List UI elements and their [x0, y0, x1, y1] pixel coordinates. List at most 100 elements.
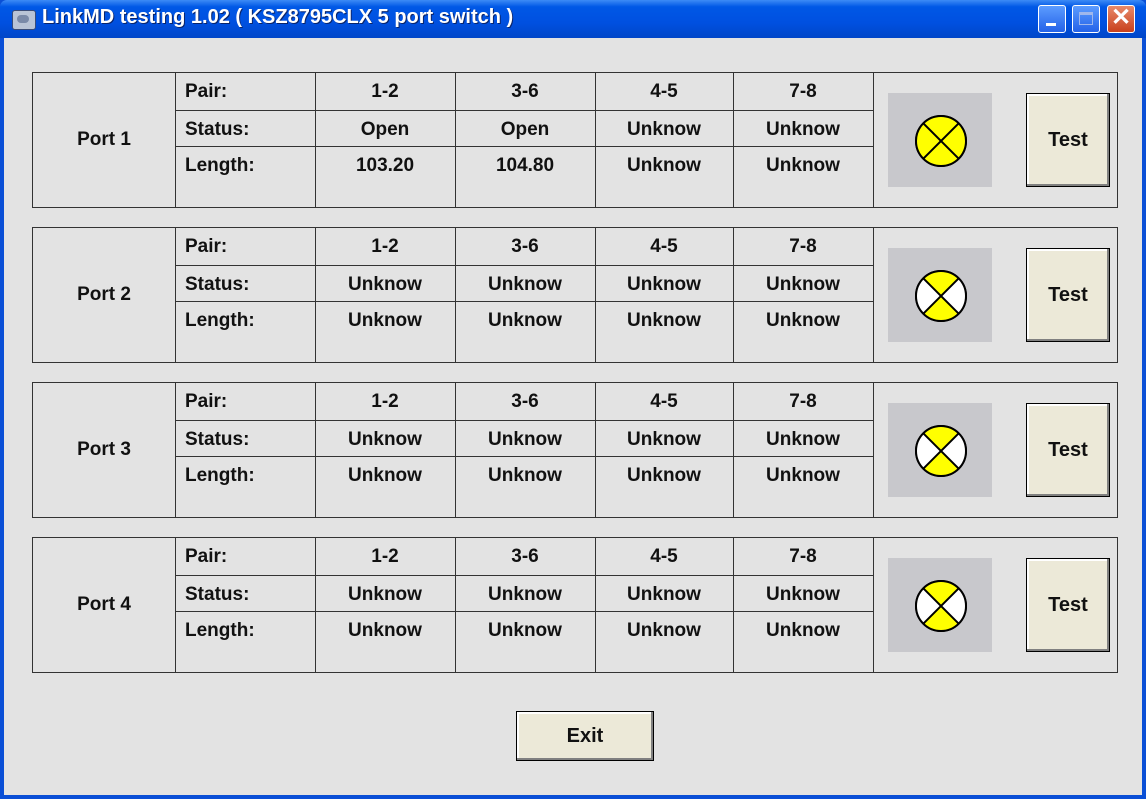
- port-panel-4: Port 4 Pair: Status: Length: 1-2 Unknow Unknow…: [32, 537, 1118, 673]
- pair-header: 1-2: [315, 538, 455, 576]
- status-value: Open: [455, 111, 595, 147]
- column-divider: [733, 383, 734, 517]
- pair-table: Pair: Status: Length: 1-2 Open 103.20 3-6 Open 1…: [175, 73, 874, 207]
- length-value: Unknow: [627, 465, 701, 486]
- status-value: Unknow: [595, 111, 733, 147]
- status-value: Unknow: [733, 266, 873, 302]
- close-icon: ✕: [1111, 4, 1132, 31]
- pair-header: 1-2: [315, 383, 455, 421]
- maximize-button[interactable]: [1072, 5, 1100, 33]
- pair-row-label: Pair:: [175, 383, 315, 421]
- app-window: LinkMD testing 1.02 ( KSZ8795CLX 5 port …: [0, 0, 1146, 799]
- length-value: Unknow: [766, 465, 840, 486]
- length-value: Unknow: [488, 465, 562, 486]
- length-row-label: Length:: [185, 155, 255, 176]
- pair-header: 7-8: [733, 538, 873, 576]
- length-value: Unknow: [348, 465, 422, 486]
- pair-header: 7-8: [733, 228, 873, 266]
- status-row-label: Status:: [175, 266, 315, 302]
- column-divider: [315, 538, 316, 672]
- test-button[interactable]: Test: [1026, 248, 1110, 342]
- column-divider: [733, 73, 734, 207]
- pair-header: 4-5: [595, 383, 733, 421]
- status-value: Unknow: [315, 576, 455, 612]
- column-divider: [455, 538, 456, 672]
- pair-header: 7-8: [733, 383, 873, 421]
- port-label: Port 2: [33, 228, 176, 362]
- port-panel-1: Port 1 Pair: Status: Length: 1-2 Open 103.20 3-…: [32, 72, 1118, 208]
- column-divider: [733, 228, 734, 362]
- table-right-border: [873, 73, 874, 207]
- length-value: Unknow: [488, 620, 562, 641]
- pair-header: 4-5: [595, 538, 733, 576]
- close-button[interactable]: ✕: [1107, 5, 1135, 33]
- length-row-label: Length:: [185, 310, 255, 331]
- status-indicator-icon: [913, 268, 969, 329]
- test-button[interactable]: Test: [1026, 558, 1110, 652]
- length-row-label: Length:: [185, 465, 255, 486]
- column-divider: [595, 228, 596, 362]
- minimize-button[interactable]: [1038, 5, 1066, 33]
- port-panel-2: Port 2 Pair: Status: Length: 1-2 Unknow Unknow…: [32, 227, 1118, 363]
- port-label: Port 3: [33, 383, 176, 517]
- column-divider: [455, 228, 456, 362]
- status-row-label: Status:: [175, 576, 315, 612]
- length-value: Unknow: [766, 310, 840, 331]
- status-value: Unknow: [455, 576, 595, 612]
- column-divider: [595, 538, 596, 672]
- column-divider: [315, 228, 316, 362]
- test-button[interactable]: Test: [1026, 403, 1110, 497]
- length-value: Unknow: [627, 155, 701, 176]
- status-value: Unknow: [315, 421, 455, 457]
- length-value: 103.20: [355, 155, 415, 176]
- pair-header: 3-6: [455, 73, 595, 111]
- pair-header: 3-6: [455, 383, 595, 421]
- pair-row-label: Pair:: [175, 73, 315, 111]
- status-value: Unknow: [733, 576, 873, 612]
- length-value: Unknow: [766, 620, 840, 641]
- status-value: Open: [315, 111, 455, 147]
- column-divider: [455, 73, 456, 207]
- column-divider: [595, 383, 596, 517]
- test-button[interactable]: Test: [1026, 93, 1110, 187]
- minimize-icon: [1046, 23, 1056, 26]
- table-right-border: [873, 383, 874, 517]
- status-value: Unknow: [455, 421, 595, 457]
- length-value: Unknow: [627, 310, 701, 331]
- exit-button[interactable]: Exit: [516, 711, 654, 761]
- length-value: Unknow: [348, 620, 422, 641]
- pair-table: Pair: Status: Length: 1-2 Unknow Unknow 3-6 Unk…: [175, 383, 874, 517]
- app-icon: [12, 10, 36, 30]
- title-bar[interactable]: LinkMD testing 1.02 ( KSZ8795CLX 5 port …: [0, 0, 1146, 38]
- status-value: Unknow: [733, 421, 873, 457]
- status-row-label: Status:: [175, 111, 315, 147]
- pair-row-label: Pair:: [175, 538, 315, 576]
- pair-header: 3-6: [455, 538, 595, 576]
- port-label: Port 4: [33, 538, 176, 672]
- status-value: Unknow: [595, 421, 733, 457]
- length-value: Unknow: [348, 310, 422, 331]
- table-right-border: [873, 228, 874, 362]
- pair-header: 4-5: [595, 228, 733, 266]
- pair-table: Pair: Status: Length: 1-2 Unknow Unknow 3-6 Unk…: [175, 228, 874, 362]
- pair-row-label: Pair:: [175, 228, 315, 266]
- pair-header: 4-5: [595, 73, 733, 111]
- pair-header: 1-2: [315, 228, 455, 266]
- column-divider: [315, 383, 316, 517]
- pair-header: 3-6: [455, 228, 595, 266]
- length-value: Unknow: [627, 620, 701, 641]
- column-divider: [455, 383, 456, 517]
- status-row-label: Status:: [175, 421, 315, 457]
- length-row-label: Length:: [185, 620, 255, 641]
- length-value: Unknow: [488, 310, 562, 331]
- column-divider: [315, 73, 316, 207]
- column-divider: [733, 538, 734, 672]
- length-value: 104.80: [495, 155, 555, 176]
- column-divider: [595, 73, 596, 207]
- status-value: Unknow: [455, 266, 595, 302]
- status-value: Unknow: [315, 266, 455, 302]
- pair-header: 1-2: [315, 73, 455, 111]
- status-indicator-icon: [913, 113, 969, 174]
- status-indicator-icon: [913, 578, 969, 639]
- client-area: Port 1 Pair: Status: Length: 1-2 Open 103.20 3-…: [4, 38, 1142, 795]
